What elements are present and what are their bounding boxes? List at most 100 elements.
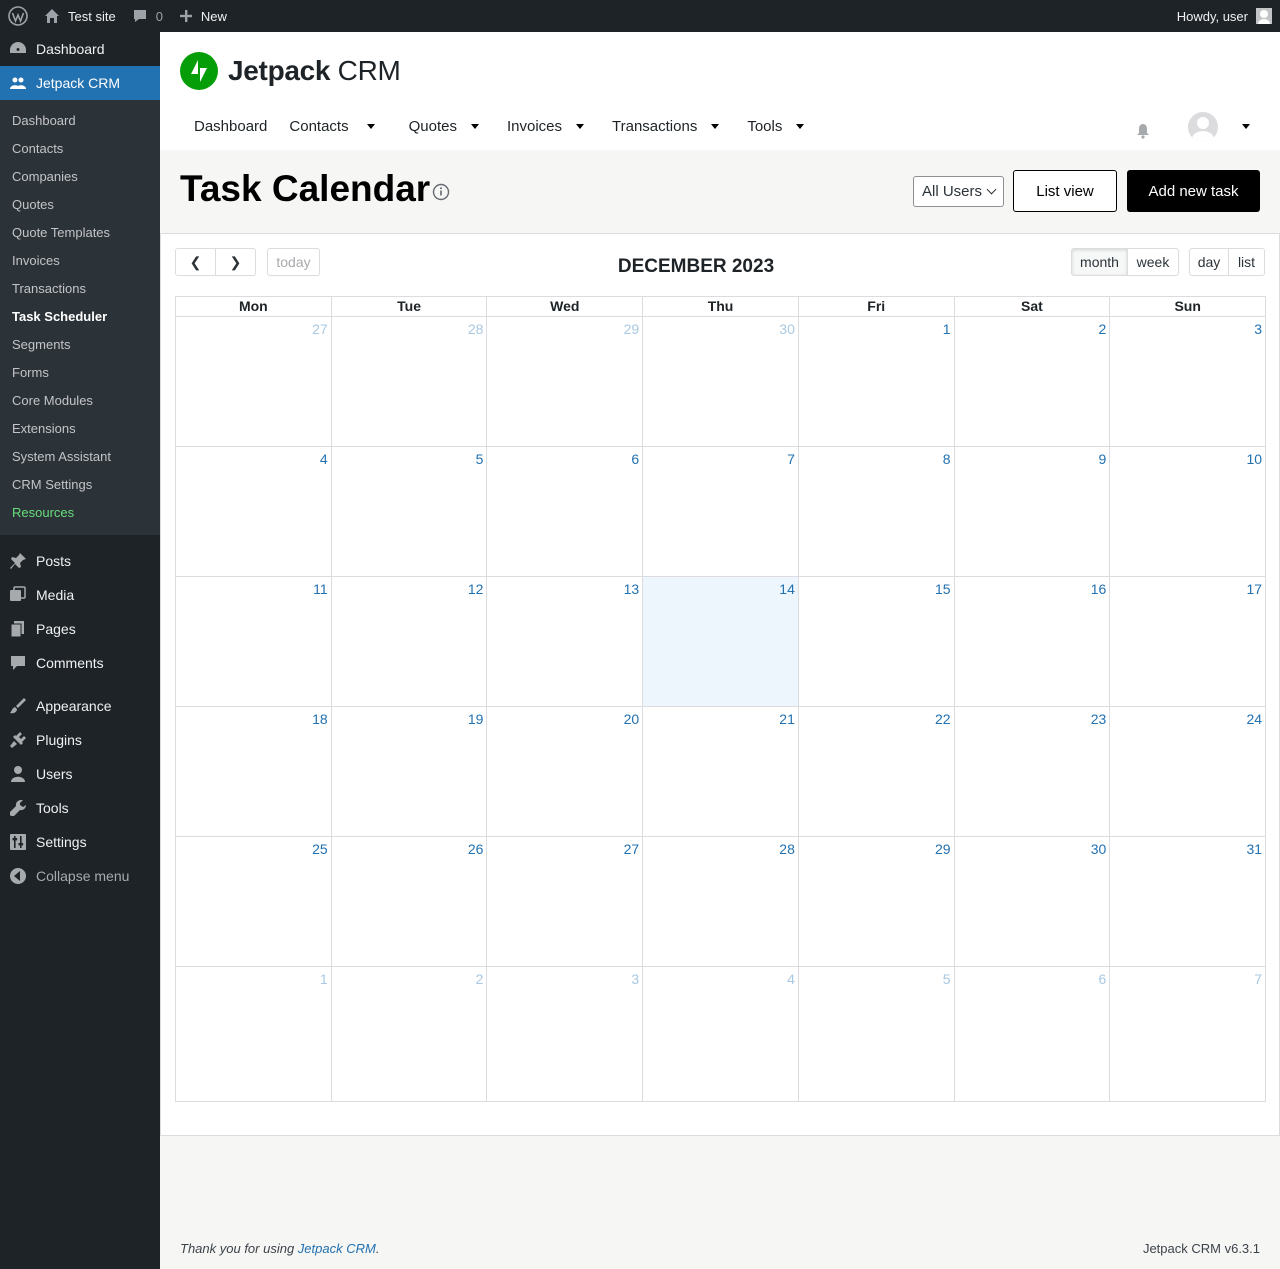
calendar-day-cell[interactable]: 1 [176,967,332,1101]
calendar-day-cell[interactable]: 15 [799,577,955,706]
calendar-day-cell[interactable]: 7 [1110,967,1265,1101]
user-menu-caret-icon[interactable] [1242,123,1250,129]
day-number[interactable]: 23 [1091,711,1107,727]
day-number[interactable]: 12 [468,581,484,597]
day-view-button[interactable]: day [1189,248,1229,276]
calendar-day-cell[interactable]: 17 [1110,577,1265,706]
menu-jetpack-crm[interactable]: Jetpack CRM [0,66,160,100]
calendar-day-cell[interactable]: 22 [799,707,955,836]
day-number[interactable]: 27 [312,321,328,337]
calendar-day-cell[interactable]: 29 [799,837,955,966]
day-number[interactable]: 8 [943,451,951,467]
day-number[interactable]: 15 [935,581,951,597]
day-number[interactable]: 2 [1099,321,1107,337]
nav-transactions[interactable]: Transactions [612,118,747,135]
add-new-task-button[interactable]: Add new task [1127,170,1260,212]
day-number[interactable]: 29 [935,841,951,857]
day-number[interactable]: 24 [1246,711,1262,727]
day-number[interactable]: 7 [787,451,795,467]
submenu-core-modules[interactable]: Core Modules [0,387,160,415]
site-name-link[interactable]: Test site [36,0,124,32]
submenu-quote-templates[interactable]: Quote Templates [0,219,160,247]
new-content-link[interactable]: New [171,0,235,32]
list-view-toggle-button[interactable]: list [1229,248,1265,276]
day-number[interactable]: 3 [1254,321,1262,337]
user-avatar[interactable] [1188,112,1218,142]
day-number[interactable]: 29 [624,321,640,337]
calendar-day-cell[interactable]: 5 [332,447,488,576]
day-number[interactable]: 20 [624,711,640,727]
submenu-invoices[interactable]: Invoices [0,247,160,275]
day-number[interactable]: 5 [943,971,951,987]
menu-pages[interactable]: Pages [0,612,160,646]
calendar-day-cell[interactable]: 4 [643,967,799,1101]
submenu-forms[interactable]: Forms [0,359,160,387]
day-number[interactable]: 1 [943,321,951,337]
calendar-day-cell[interactable]: 21 [643,707,799,836]
nav-tools[interactable]: Tools [747,118,818,135]
calendar-day-cell[interactable]: 29 [487,317,644,446]
menu-comments[interactable]: Comments [0,646,160,680]
day-number[interactable]: 31 [1246,841,1262,857]
menu-posts[interactable]: Posts [0,544,160,578]
calendar-day-cell[interactable]: 13 [487,577,644,706]
day-number[interactable]: 2 [476,971,484,987]
nav-contacts[interactable]: Contacts [289,118,408,135]
bell-icon[interactable] [1136,123,1150,139]
day-number[interactable]: 16 [1091,581,1107,597]
collapse-menu-button[interactable]: Collapse menu [0,859,160,893]
day-number[interactable]: 26 [468,841,484,857]
calendar-day-cell[interactable]: 30 [955,837,1111,966]
wordpress-logo-icon[interactable] [0,0,36,32]
footer-jetpack-crm-link[interactable]: Jetpack CRM [298,1241,376,1256]
calendar-day-cell[interactable]: 27 [176,317,332,446]
menu-users[interactable]: Users [0,757,160,791]
calendar-day-cell[interactable]: 28 [643,837,799,966]
calendar-day-cell[interactable]: 1 [799,317,955,446]
day-number[interactable]: 9 [1099,451,1107,467]
day-number[interactable]: 4 [787,971,795,987]
menu-tools[interactable]: Tools [0,791,160,825]
day-number[interactable]: 6 [631,451,639,467]
calendar-day-cell[interactable]: 24 [1110,707,1265,836]
calendar-day-cell[interactable]: 20 [487,707,644,836]
calendar-day-cell[interactable]: 12 [332,577,488,706]
jetpack-crm-logo[interactable]: Jetpack CRM [180,52,401,90]
calendar-day-cell[interactable]: 3 [1110,317,1265,446]
calendar-day-cell[interactable]: 19 [332,707,488,836]
day-number[interactable]: 28 [779,841,795,857]
submenu-crm-settings[interactable]: CRM Settings [0,471,160,499]
day-number[interactable]: 7 [1254,971,1262,987]
my-account-link[interactable]: Howdy, user [1177,8,1280,24]
submenu-extensions[interactable]: Extensions [0,415,160,443]
calendar-day-cell[interactable]: 10 [1110,447,1265,576]
menu-settings[interactable]: Settings [0,825,160,859]
submenu-transactions[interactable]: Transactions [0,275,160,303]
day-number[interactable]: 27 [624,841,640,857]
day-number[interactable]: 19 [468,711,484,727]
calendar-day-cell[interactable]: 4 [176,447,332,576]
calendar-day-cell[interactable]: 16 [955,577,1111,706]
week-view-button[interactable]: week [1128,248,1179,276]
calendar-day-cell[interactable]: 6 [955,967,1111,1101]
day-number[interactable]: 30 [1091,841,1107,857]
user-filter-select[interactable]: All Users [912,175,1004,207]
day-number[interactable]: 11 [313,581,328,597]
submenu-system-assistant[interactable]: System Assistant [0,443,160,471]
menu-appearance[interactable]: Appearance [0,689,160,723]
calendar-day-cell-today[interactable]: 14 [643,577,799,706]
calendar-day-cell[interactable]: 8 [799,447,955,576]
submenu-segments[interactable]: Segments [0,331,160,359]
submenu-quotes[interactable]: Quotes [0,191,160,219]
calendar-day-cell[interactable]: 25 [176,837,332,966]
menu-dashboard[interactable]: Dashboard [0,32,160,66]
day-number[interactable]: 10 [1246,451,1262,467]
day-number[interactable]: 25 [312,841,328,857]
menu-media[interactable]: Media [0,578,160,612]
comments-link[interactable]: 0 [124,0,171,32]
nav-invoices[interactable]: Invoices [507,118,612,135]
day-number[interactable]: 5 [476,451,484,467]
day-number[interactable]: 13 [624,581,640,597]
menu-plugins[interactable]: Plugins [0,723,160,757]
day-number[interactable]: 17 [1246,581,1262,597]
